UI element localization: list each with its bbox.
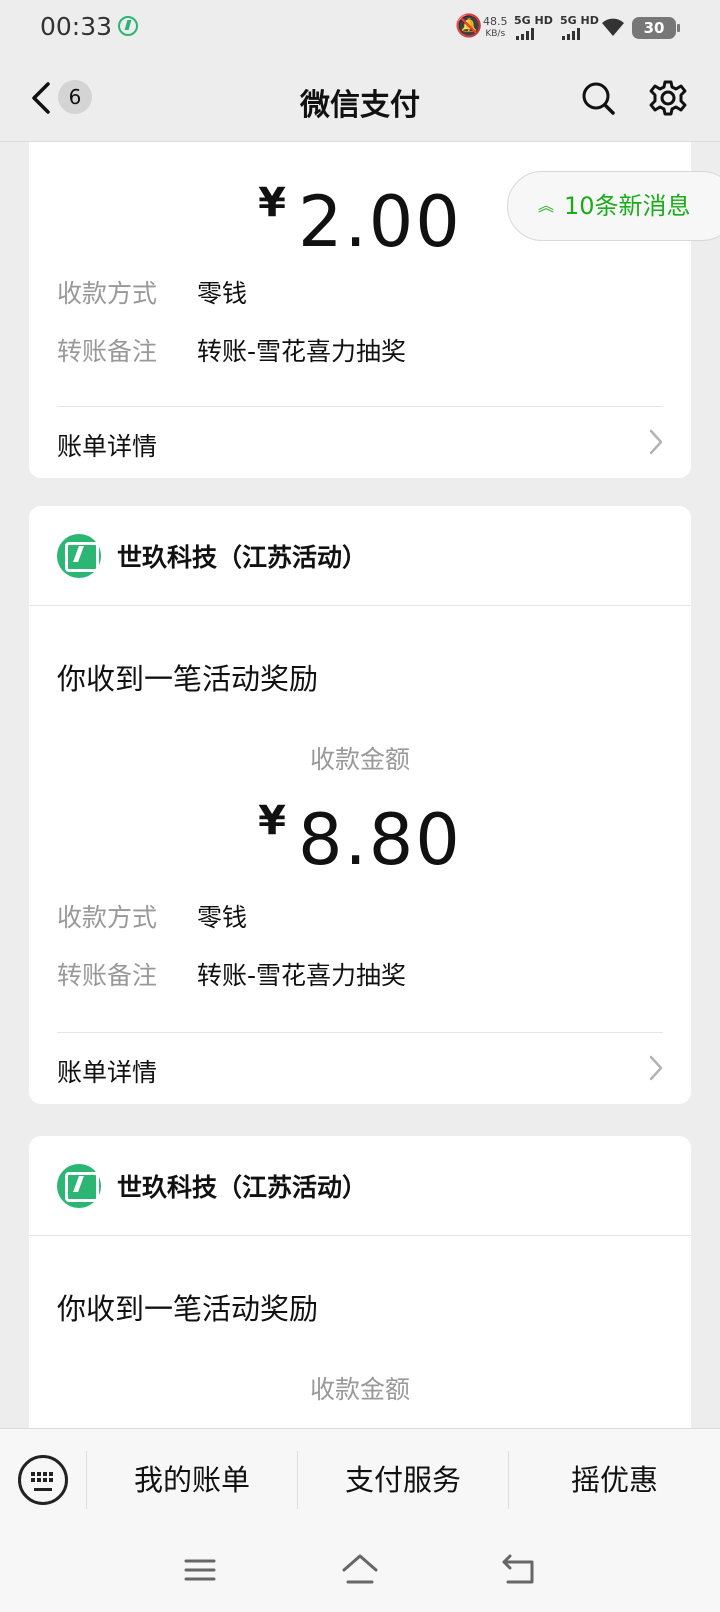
payment-card: 世玖科技（江苏活动） 你收到一笔活动奖励 收款金额 ¥8.80 收款方式 零钱 转… xyxy=(29,506,691,1104)
method-value: 零钱 xyxy=(197,279,248,308)
keyboard-toggle-button[interactable] xyxy=(18,1455,68,1505)
wifi-icon xyxy=(600,14,626,44)
signal-bars-1-icon xyxy=(516,28,534,40)
method-value: 零钱 xyxy=(197,903,248,932)
new-messages-label: 10条新消息 xyxy=(564,192,691,220)
settings-button[interactable] xyxy=(648,78,688,118)
bottom-menu: 我的账单 支付服务 摇优惠 xyxy=(0,1428,720,1532)
currency-symbol: ¥ xyxy=(258,798,286,844)
method-label: 收款方式 xyxy=(57,279,158,308)
menu-shake-deals[interactable]: 摇优惠 xyxy=(509,1451,720,1509)
card-header[interactable]: 世玖科技（江苏活动） xyxy=(29,506,691,606)
menu-payment-services[interactable]: 支付服务 xyxy=(298,1451,508,1509)
card-header[interactable]: 世玖科技（江苏活动） xyxy=(29,1136,691,1236)
network-speed-value: 48.5 xyxy=(483,15,508,28)
notice-text: 你收到一笔活动奖励 xyxy=(57,662,319,696)
chevron-right-icon xyxy=(649,429,663,455)
message-list[interactable]: ¥2.00 收款方式 零钱 转账备注 转账-雪花喜力抽奖 账单详情 世玖科技（江苏活… xyxy=(0,142,720,1428)
remark-value: 转账-雪花喜力抽奖 xyxy=(197,961,407,990)
home-button[interactable] xyxy=(338,1550,382,1590)
payment-method-row: 收款方式 零钱 xyxy=(57,898,247,934)
remark-label: 转账备注 xyxy=(57,337,158,366)
amount-value: 2.00 xyxy=(297,181,462,263)
amount-display: ¥8.80 xyxy=(29,798,691,881)
payment-card: 世玖科技（江苏活动） 你收到一笔活动奖励 收款金额 xyxy=(29,1136,691,1428)
home-icon xyxy=(342,1554,378,1584)
app-notification-icon xyxy=(118,16,138,36)
network-type-2: 5G HD xyxy=(560,14,599,27)
return-arrow-icon xyxy=(502,1554,534,1584)
menu-lines-icon xyxy=(184,1559,216,1581)
merchant-logo-icon xyxy=(57,1164,101,1208)
payment-method-row: 收款方式 零钱 xyxy=(57,274,247,310)
bill-details-link[interactable]: 账单详情 xyxy=(29,1033,691,1104)
remark-row: 转账备注 转账-雪花喜力抽奖 xyxy=(57,332,406,368)
bill-details-label: 账单详情 xyxy=(57,1058,158,1087)
network-speed-unit: KB/s xyxy=(485,29,506,39)
system-nav-bar xyxy=(0,1532,720,1612)
merchant-name: 世玖科技（江苏活动） xyxy=(117,543,368,572)
search-icon xyxy=(582,82,615,115)
mute-bell-icon: 🔕 xyxy=(455,14,483,39)
amount-value: 8.80 xyxy=(297,799,462,881)
status-bar: 00:33 🔕 48.5 KB/s 5G HD 5G HD 30 xyxy=(0,0,720,58)
status-time: 00:33 xyxy=(40,12,113,41)
remark-label: 转账备注 xyxy=(57,961,158,990)
search-button[interactable] xyxy=(578,78,618,118)
remark-row: 转账备注 转账-雪花喜力抽奖 xyxy=(57,956,406,992)
merchant-name: 世玖科技（江苏活动） xyxy=(117,1173,368,1202)
amount-label: 收款金额 xyxy=(309,745,410,774)
bill-details-link[interactable]: 账单详情 xyxy=(29,407,691,478)
double-chevron-up-icon: ︽ xyxy=(538,196,555,215)
method-label: 收款方式 xyxy=(57,903,158,932)
amount-label: 收款金额 xyxy=(309,1375,410,1404)
chevron-right-icon xyxy=(649,1055,663,1081)
network-type-1: 5G HD xyxy=(514,14,553,27)
menu-my-bills[interactable]: 我的账单 xyxy=(87,1451,297,1509)
gear-icon xyxy=(649,80,687,116)
back-nav-button[interactable] xyxy=(498,1550,542,1590)
remark-value: 转账-雪花喜力抽奖 xyxy=(197,337,407,366)
notice-text: 你收到一笔活动奖励 xyxy=(57,1292,319,1326)
merchant-logo-icon xyxy=(57,534,101,578)
battery-indicator: 30 xyxy=(632,17,680,39)
bill-details-label: 账单详情 xyxy=(57,432,158,461)
recent-apps-button[interactable] xyxy=(178,1550,222,1590)
currency-symbol: ¥ xyxy=(258,180,286,226)
network-speed: 48.5 KB/s xyxy=(483,16,508,40)
signal-bars-2-icon xyxy=(562,28,580,40)
top-nav-bar: 6 微信支付 xyxy=(0,58,720,142)
new-messages-button[interactable]: ︽ 10条新消息 xyxy=(507,171,720,241)
